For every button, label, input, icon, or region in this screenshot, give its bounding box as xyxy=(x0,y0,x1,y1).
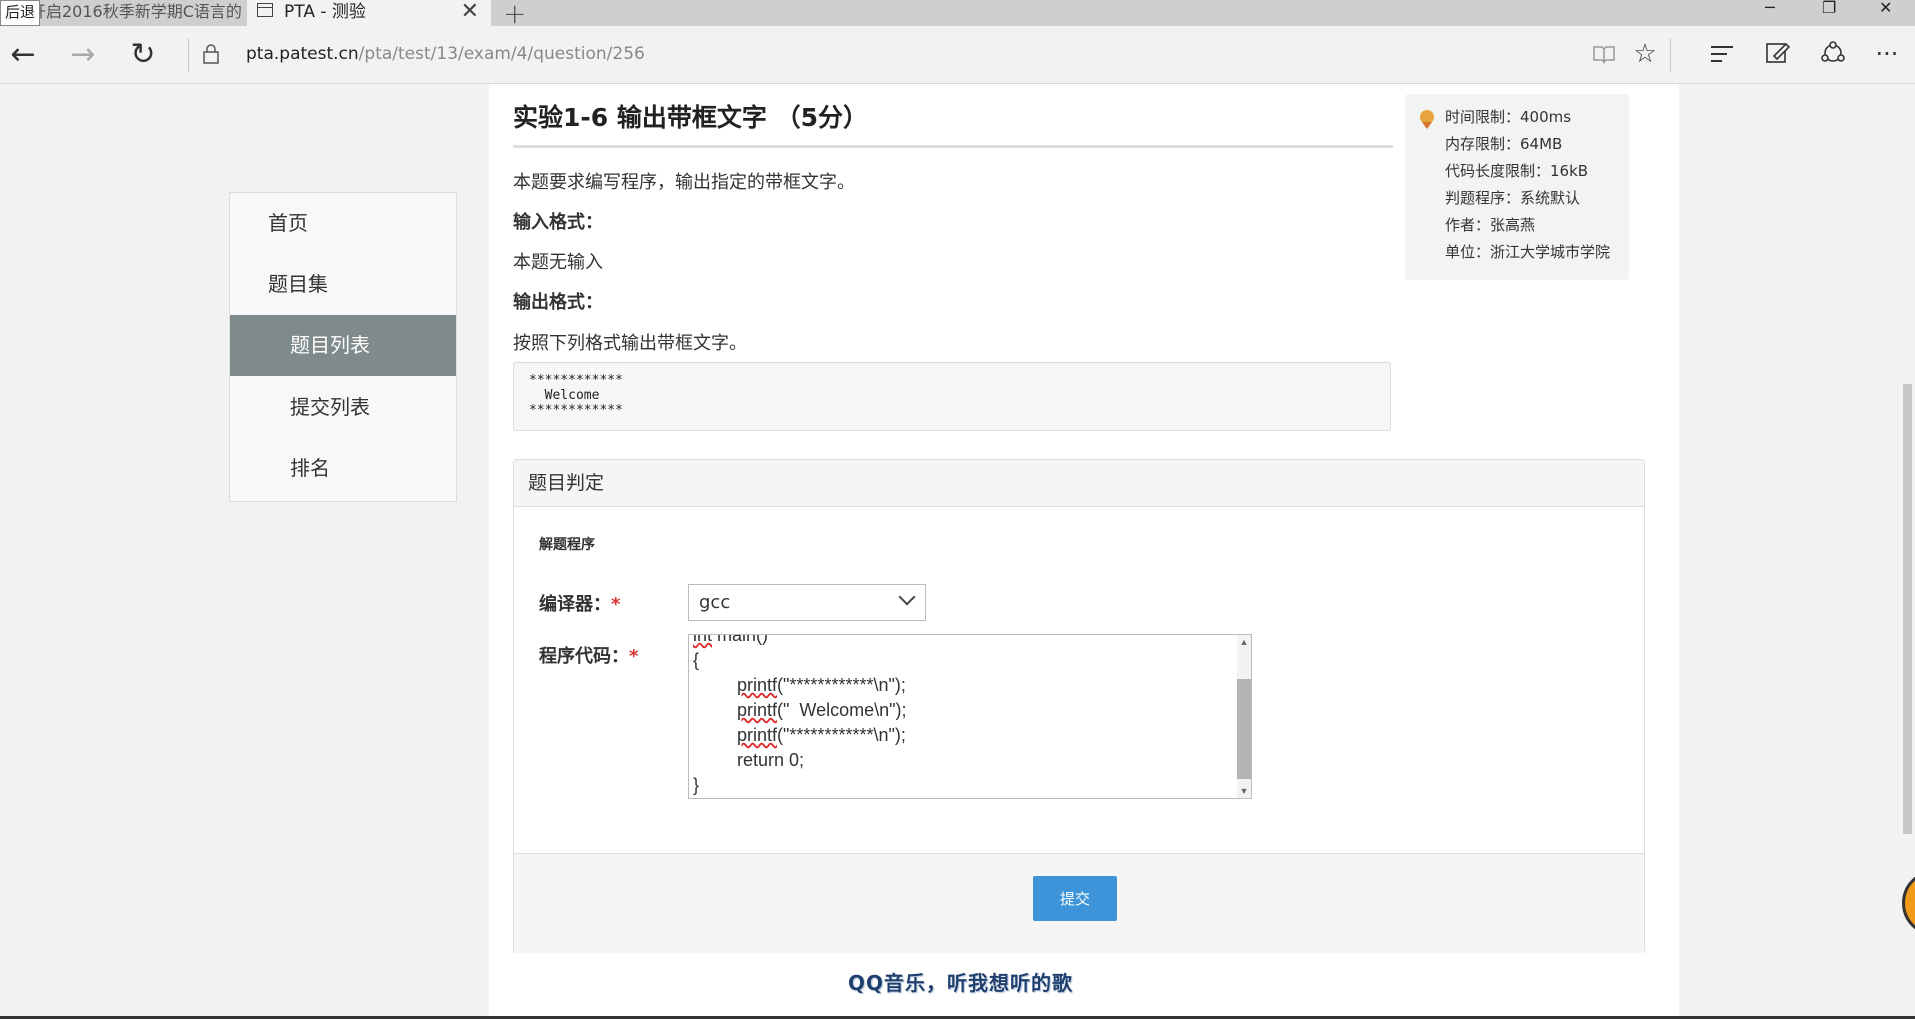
page-viewport: 首页 题目集 题目列表 提交列表 排名 实验1-6 输出带框文字 （5分） 本题… xyxy=(0,84,1915,1019)
refresh-icon[interactable]: ↻ xyxy=(128,26,158,83)
code-line: printf("************\n"); xyxy=(737,675,906,695)
restore-icon[interactable]: ❐ xyxy=(1822,0,1836,16)
tab-active[interactable]: PTA - 测验 ✕ xyxy=(247,0,491,26)
judge-panel-title: 题目判定 xyxy=(528,472,605,494)
medal-icon xyxy=(1420,110,1434,129)
sidebar-item-home[interactable]: 首页 xyxy=(230,193,456,254)
judge-panel-footer: 提交 xyxy=(514,853,1644,953)
judge-panel-header: 题目判定 xyxy=(514,460,1644,507)
scroll-down-icon[interactable]: ▼ xyxy=(1237,784,1251,798)
navigation-bar: ← → ↻ pta.patest.cn/pta/test/13/exam/4/q… xyxy=(0,26,1915,84)
window-close-icon[interactable]: ✕ xyxy=(1879,0,1892,16)
scrollbar-thumb[interactable] xyxy=(1903,384,1912,834)
code-label-text: 程序代码： xyxy=(539,646,629,667)
reading-view-icon[interactable] xyxy=(1592,44,1616,64)
sidebar-item-problem-set[interactable]: 题目集 xyxy=(230,254,456,315)
sample-output-block: ************ Welcome ************ xyxy=(513,362,1391,431)
compiler-value: gcc xyxy=(699,592,731,613)
memory-limit: 内存限制：64MB xyxy=(1445,135,1563,153)
required-mark: * xyxy=(611,594,621,615)
back-arrow-icon[interactable]: ← xyxy=(8,26,38,83)
web-note-icon[interactable] xyxy=(1766,41,1790,65)
title-divider xyxy=(513,145,1393,148)
problem-title: 实验1-6 输出带框文字 （5分） xyxy=(513,103,868,132)
problem-description: 本题要求编写程序，输出指定的带框文字。 xyxy=(513,172,855,193)
spellcheck-word: printf xyxy=(737,675,778,695)
code-editor[interactable]: } return 0; printf("************\n"); print… xyxy=(688,634,1252,799)
minimize-icon[interactable]: ─ xyxy=(1765,0,1775,16)
code-line: return 0; xyxy=(737,750,805,770)
scroll-up-icon[interactable]: ▲ xyxy=(1237,635,1251,649)
share-icon[interactable] xyxy=(1820,41,1846,65)
back-tooltip: 后退 xyxy=(0,0,41,26)
spellcheck-word: int xyxy=(693,634,713,645)
solution-section-label: 解题程序 xyxy=(539,537,595,553)
code-label: 程序代码：* xyxy=(539,642,638,668)
judge-program: 判题程序：系统默认 xyxy=(1445,189,1581,207)
sidebar-nav: 首页 题目集 题目列表 提交列表 排名 xyxy=(229,192,457,502)
author: 作者：张高燕 xyxy=(1445,216,1536,234)
code-line: int main() xyxy=(693,634,768,648)
url-path: /pta/test/13/exam/4/question/256 xyxy=(358,44,645,64)
tab-title: PTA - 测验 xyxy=(284,2,366,22)
submit-button[interactable]: 提交 xyxy=(1033,876,1117,921)
code-line: printf(" Welcome\n"); xyxy=(737,700,907,720)
more-options-icon[interactable]: ··· xyxy=(1872,26,1902,83)
sidebar-item-label: 排名 xyxy=(290,456,330,480)
sidebar-item-label: 题目集 xyxy=(268,272,328,296)
time-limit: 时间限制：400ms xyxy=(1445,108,1572,126)
sidebar-item-label: 提交列表 xyxy=(290,395,370,419)
code-length-limit: 代码长度限制：16kB xyxy=(1445,162,1589,180)
code-line: printf("************\n"); xyxy=(737,725,906,745)
problem-info-panel: 时间限制：400ms 内存限制：64MB 代码长度限制：16kB 判题程序：系统… xyxy=(1405,94,1629,280)
sidebar-item-label: 首页 xyxy=(268,211,308,235)
unit: 单位：浙江大学城市学院 xyxy=(1445,243,1611,261)
tab-page-icon xyxy=(257,3,273,17)
required-mark: * xyxy=(629,646,639,667)
sidebar-item-label: 题目列表 xyxy=(290,333,370,357)
sidebar-item-ranking[interactable]: 排名 xyxy=(230,438,456,499)
input-format-heading: 输入格式： xyxy=(513,212,603,233)
favorite-star-icon[interactable]: ☆ xyxy=(1630,26,1660,83)
url-host: pta.patest.cn xyxy=(246,44,359,64)
compiler-select[interactable]: gcc xyxy=(688,584,926,621)
judge-panel: 题目判定 解题程序 编译器：* gcc 程序代码：* } return 0; pri… xyxy=(513,459,1645,953)
code-scrollbar[interactable]: ▲ ▼ xyxy=(1237,635,1251,798)
code-line: } xyxy=(693,775,700,795)
close-tab-icon[interactable]: ✕ xyxy=(461,0,479,24)
spellcheck-word: printf xyxy=(737,725,778,745)
sidebar-item-submission-list[interactable]: 提交列表 xyxy=(230,377,456,438)
scrollbar-thumb[interactable] xyxy=(1237,679,1251,779)
compiler-label: 编译器：* xyxy=(539,590,620,616)
divider xyxy=(1670,38,1671,72)
chevron-down-icon xyxy=(898,588,916,606)
address-bar[interactable]: pta.patest.cn/pta/test/13/exam/4/questio… xyxy=(246,44,645,64)
spellcheck-word: printf xyxy=(737,700,778,720)
lock-icon xyxy=(203,44,219,64)
output-format-heading: 输出格式： xyxy=(513,292,603,313)
code-line: { xyxy=(693,650,700,670)
tab-inactive[interactable]: 开启2016秋季新学期C语言的 后退 xyxy=(0,0,245,26)
tab-title: 开启2016秋季新学期C语言的 xyxy=(30,2,242,21)
sidebar-item-problem-list[interactable]: 题目列表 xyxy=(230,315,456,376)
divider xyxy=(188,38,189,72)
main-content: 实验1-6 输出带框文字 （5分） 本题要求编写程序，输出指定的带框文字。 输入… xyxy=(489,84,1679,1019)
hub-icon[interactable] xyxy=(1710,45,1734,63)
forward-arrow-icon[interactable]: → xyxy=(68,26,98,83)
desktop-lyrics: QQ音乐，听我想听的歌 xyxy=(848,971,1074,995)
tab-strip: 开启2016秋季新学期C语言的 后退 PTA - 测验 ✕ + ─ ❐ ✕ xyxy=(0,0,1915,30)
input-format-text: 本题无输入 xyxy=(513,252,603,273)
compiler-label-text: 编译器： xyxy=(539,594,611,615)
output-format-text: 按照下列格式输出带框文字。 xyxy=(513,333,747,354)
